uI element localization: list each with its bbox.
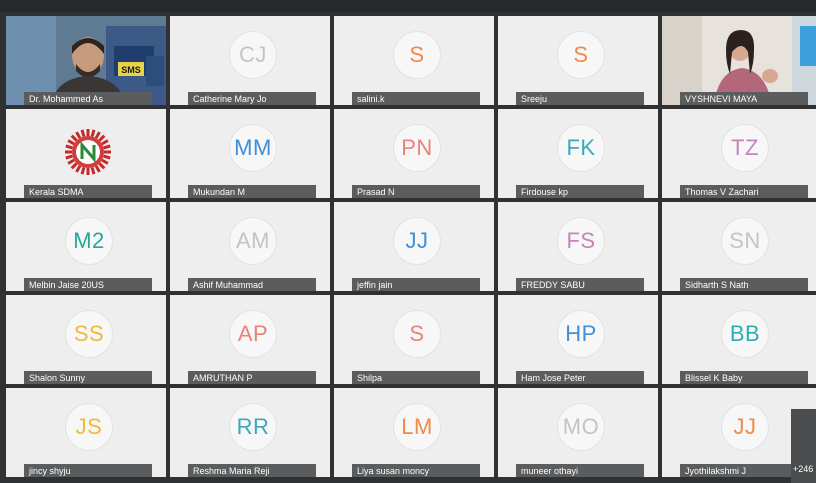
participant-tile[interactable]: SMS Dr. Mohammed As	[6, 16, 166, 105]
participant-tile[interactable]: SS Shalon Sunny	[6, 295, 166, 384]
participant-avatar: MO	[557, 403, 605, 451]
participant-avatar: FS	[557, 217, 605, 265]
participant-tile[interactable]: TZ Thomas V Zachari	[662, 109, 816, 198]
participant-name: AMRUTHAN P	[188, 371, 316, 384]
participant-avatar: S	[557, 31, 605, 79]
participant-avatar: JS	[65, 403, 113, 451]
participant-tile[interactable]: JJ jeffin jain	[334, 202, 494, 291]
participant-tile[interactable]: HP Ham Jose Peter	[498, 295, 658, 384]
participant-name: Thomas V Zachari	[680, 185, 808, 198]
more-participants-button[interactable]: +246	[791, 409, 816, 483]
participant-avatar: MM	[229, 124, 277, 172]
participant-avatar: JJ	[393, 217, 441, 265]
participant-tile[interactable]: FK Firdouse kp	[498, 109, 658, 198]
participant-name: Reshma Maria Reji	[188, 464, 316, 477]
participant-name: Jyothilakshmi J	[680, 464, 808, 477]
participant-name: Sreeju	[516, 92, 644, 105]
participant-name: Mukundan M	[188, 185, 316, 198]
participant-avatar: M2	[65, 217, 113, 265]
participant-name: Prasad N	[352, 185, 480, 198]
participant-tile[interactable]: RR Reshma Maria Reji	[170, 388, 330, 477]
participant-tile[interactable]: MM Mukundan M	[170, 109, 330, 198]
participant-avatar: SN	[721, 217, 769, 265]
participant-name: Liya susan moncy	[352, 464, 480, 477]
participant-logo	[63, 127, 113, 177]
participant-tile[interactable]: JS jincy shyju	[6, 388, 166, 477]
participant-avatar: SS	[65, 310, 113, 358]
participant-name: Blissel K Baby	[680, 371, 808, 384]
participant-name: Shalon Sunny	[24, 371, 152, 384]
participant-tile[interactable]: LM Liya susan moncy	[334, 388, 494, 477]
participant-tile[interactable]: M2 Melbin Jaise 20US	[6, 202, 166, 291]
participant-avatar: LM	[393, 403, 441, 451]
participant-name: jincy shyju	[24, 464, 152, 477]
participant-name: Firdouse kp	[516, 185, 644, 198]
participant-name: Shilpa	[352, 371, 480, 384]
participant-name: Sidharth S Nath	[680, 278, 808, 291]
participant-grid: SMS Dr. Mohammed As CJ Catherine Mary Jo Ss…	[6, 16, 816, 483]
participant-avatar: FK	[557, 124, 605, 172]
participant-avatar: AP	[229, 310, 277, 358]
participant-tile[interactable]: Kerala SDMA	[6, 109, 166, 198]
participant-tile[interactable]: SN Sidharth S Nath	[662, 202, 816, 291]
participant-name: Dr. Mohammed As	[24, 92, 152, 105]
participant-tile[interactable]: VYSHNEVI MAYA	[662, 16, 816, 105]
participant-name: Melbin Jaise 20US	[24, 278, 152, 291]
participant-name: muneer othayi	[516, 464, 644, 477]
more-participants-count: +246	[793, 464, 814, 474]
participant-tile[interactable]: AP AMRUTHAN P	[170, 295, 330, 384]
participant-name: VYSHNEVI MAYA	[680, 92, 808, 105]
participant-name: Ham Jose Peter	[516, 371, 644, 384]
participant-tile[interactable]: PN Prasad N	[334, 109, 494, 198]
participant-avatar: S	[393, 310, 441, 358]
participant-avatar: S	[393, 31, 441, 79]
participant-name: salini.k	[352, 92, 480, 105]
top-bar	[0, 0, 816, 12]
participant-tile[interactable]: S Sreeju	[498, 16, 658, 105]
participant-name: jeffin jain	[352, 278, 480, 291]
participant-avatar: CJ	[229, 31, 277, 79]
participant-tile[interactable]: BB Blissel K Baby	[662, 295, 816, 384]
participant-name: Kerala SDMA	[24, 185, 152, 198]
participant-tile[interactable]: Ssalini.k	[334, 16, 494, 105]
participant-name: FREDDY SABU	[516, 278, 644, 291]
participant-tile[interactable]: AM Ashif Muhammad	[170, 202, 330, 291]
participant-name: Catherine Mary Jo	[188, 92, 316, 105]
participant-tile[interactable]: MO muneer othayi	[498, 388, 658, 477]
participant-tile[interactable]: CJ Catherine Mary Jo	[170, 16, 330, 105]
participant-avatar: AM	[229, 217, 277, 265]
participant-avatar: PN	[393, 124, 441, 172]
participant-tile[interactable]: S Shilpa	[334, 295, 494, 384]
participant-avatar: JJ	[721, 403, 769, 451]
participant-avatar: TZ	[721, 124, 769, 172]
svg-text:SMS: SMS	[121, 65, 141, 75]
participant-name: Ashif Muhammad	[188, 278, 316, 291]
participant-avatar: BB	[721, 310, 769, 358]
participant-tile[interactable]: FS FREDDY SABU	[498, 202, 658, 291]
kerala-sdma-logo	[65, 129, 111, 175]
participant-avatar: RR	[229, 403, 277, 451]
participant-avatar: HP	[557, 310, 605, 358]
